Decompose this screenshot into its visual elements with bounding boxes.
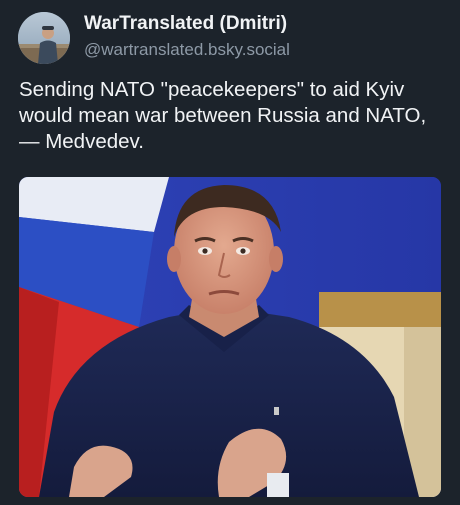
post-image[interactable] [19,177,441,497]
post-photo [19,177,441,497]
post-card[interactable]: WarTranslated (Dmitri) @wartranslated.bs… [0,0,460,505]
author-avatar[interactable] [18,12,70,64]
post-text: Sending NATO "peacekeepers" to aid Kyiv … [19,78,427,153]
author-display-name[interactable]: WarTranslated (Dmitri) [84,13,448,35]
post-author: WarTranslated (Dmitri) @wartranslated.bs… [84,13,448,62]
profile-photo-icon [18,12,70,64]
author-handle[interactable]: @wartranslated.bsky.social [84,38,448,62]
